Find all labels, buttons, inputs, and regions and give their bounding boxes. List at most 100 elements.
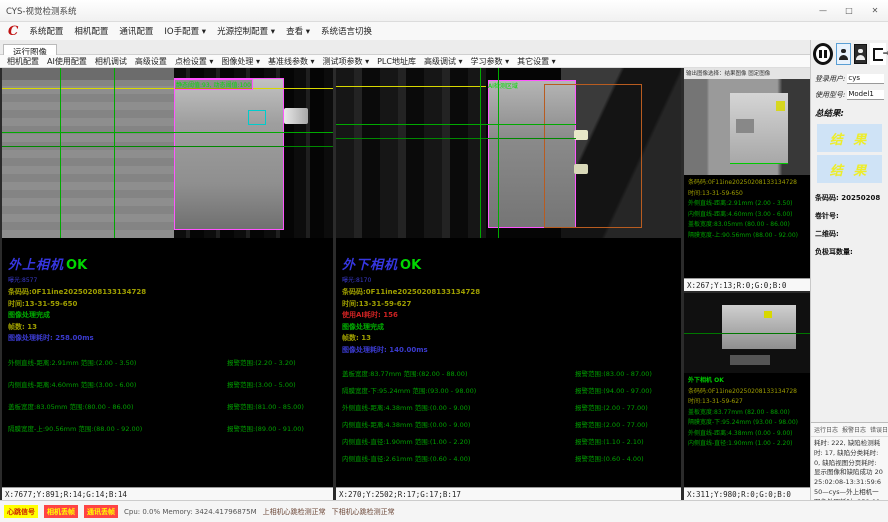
reflection-spot bbox=[574, 164, 588, 174]
measurement-value: 外侧直线-距离:4.38mm (0.00 - 9.00) bbox=[688, 429, 806, 440]
log-tab-error[interactable]: 错误日志 bbox=[870, 425, 888, 434]
tool-camera-debug[interactable]: 相机调试 bbox=[95, 56, 127, 67]
user-manage-button[interactable] bbox=[854, 44, 867, 64]
tool-test-params[interactable]: 测试项参数 ▾ bbox=[323, 56, 370, 67]
measurement-row: 隔膜宽度-下:95.24mm 范围:(93.00 - 98.00)报警范围:(9… bbox=[342, 385, 675, 395]
measurement-value: 隔膜宽度-上:90.56mm 范围:(88.00 - 92.00) bbox=[8, 423, 227, 433]
window-controls: — □ ✕ bbox=[810, 0, 888, 21]
alarm-range: 报警范围:(81.00 - 85.00) bbox=[227, 401, 327, 411]
thumbnail-result-rows: 外下相机 OK 条码码:0F11ine20250208133134728 时间:… bbox=[684, 373, 810, 487]
menu-item-camera-config[interactable]: 相机配置 bbox=[74, 25, 108, 37]
roi-orange-rect bbox=[544, 84, 642, 228]
barcode-label: 条码码:0F11ine20250208133134728 bbox=[8, 287, 327, 299]
baseline-yellow-line bbox=[2, 88, 333, 89]
app-logo-icon: C bbox=[8, 25, 18, 38]
tool-plc-address[interactable]: PLC地址库 bbox=[377, 56, 416, 67]
model-value: Model1 bbox=[847, 90, 884, 100]
measurement-value: 内侧直线-直径:1.90mm 范围:(1.00 - 2.20) bbox=[342, 436, 575, 446]
measure-green-line-2 bbox=[2, 146, 333, 147]
menu-item-system-config[interactable]: 系统配置 bbox=[29, 25, 63, 37]
measurement-value: 内侧直线-距离:4.60mm (3.00 - 6.00) bbox=[688, 210, 806, 221]
tool-learning-params[interactable]: 学习参数 ▾ bbox=[471, 56, 510, 67]
measurement-row: 盖板宽度:83.77mm 范围:(82.00 - 88.00)报警范围:(83.… bbox=[342, 368, 675, 378]
login-user-value: cys bbox=[847, 74, 884, 84]
current-user-button[interactable] bbox=[836, 43, 851, 65]
tool-advanced-debug[interactable]: 高级调试 ▾ bbox=[424, 56, 463, 67]
time-label: 时间:13-31-59-627 bbox=[688, 397, 806, 408]
tabstrip: 运行图像 bbox=[0, 40, 810, 55]
tab-count-label: 负极耳数量: bbox=[811, 239, 888, 257]
tool-camera-config[interactable]: 相机配置 bbox=[7, 56, 39, 67]
tool-baseline-params[interactable]: 基准线参数 ▾ bbox=[268, 56, 315, 67]
log-text: 耗时: 222, 缺陷检测耗时: 17, 缺陷分类耗时: 0, 缺陷视图分页耗时… bbox=[811, 437, 888, 500]
part-shadow-region bbox=[730, 355, 770, 365]
machine-body-region bbox=[2, 68, 174, 238]
measurement-value: 盖板宽度:83.77mm 范围:(82.00 - 88.00) bbox=[342, 368, 575, 378]
total-result-label: 总结果: bbox=[811, 100, 888, 121]
menu-item-view[interactable]: 查看 ▾ bbox=[286, 25, 310, 37]
menu-item-light-config[interactable]: 光源控制配置 ▾ bbox=[217, 25, 275, 37]
measurement-row: 内侧直线-直径:1.90mm 范围:(1.00 - 2.20)报警范围:(1.1… bbox=[342, 436, 675, 446]
total-result-box-upper: 结 果 bbox=[817, 124, 882, 152]
part-roi-magenta-rect bbox=[174, 78, 284, 230]
window-title: CYS-视觉检测系统 bbox=[0, 5, 76, 17]
measurement-value: 内侧直线-距离:4.38mm 范围:(0.00 - 9.00) bbox=[342, 419, 575, 429]
tool-ai-config[interactable]: AI使用配置 bbox=[47, 56, 87, 67]
menu-item-comm-config[interactable]: 通讯配置 bbox=[119, 25, 153, 37]
pixel-readout: X:7677;Y:891;R:14;G:14;B:14 bbox=[2, 487, 333, 500]
logout-button[interactable] bbox=[870, 43, 886, 65]
elapsed-label: 图像处理耗时: 258.00ms bbox=[8, 333, 327, 345]
sidebar-buttons bbox=[811, 40, 888, 68]
lower-camera-thumbnail-panel: 外下相机 OK 条码码:0F11ine20250208133134728 时间:… bbox=[684, 293, 810, 500]
menu-item-language-switch[interactable]: 系统语言切换 bbox=[321, 25, 372, 37]
measurement-row: 内侧直线-距离:4.38mm 范围:(0.00 - 9.00)报警范围:(2.0… bbox=[342, 419, 675, 429]
measure-green-vline-1 bbox=[60, 68, 61, 238]
main-area: 静态阈值:93, 动态阈值:100 外上相机OK 曝光:8577 条码码:0F1… bbox=[0, 68, 810, 500]
measurement-row: 隔膜宽度-上:90.56mm 范围:(88.00 - 92.00)报警范围:(8… bbox=[8, 423, 327, 433]
menubar: C 系统配置 相机配置 通讯配置 IO手配置 ▾ 光源控制配置 ▾ 查看 ▾ 系… bbox=[0, 22, 888, 40]
minimize-button[interactable]: — bbox=[810, 0, 836, 21]
result-ok-label: OK bbox=[400, 258, 421, 273]
upper-thumbnail-image[interactable] bbox=[684, 79, 810, 175]
measurement-row: 内侧直线-距离:4.60mm 范围:(3.00 - 6.00)报警范围:(3.0… bbox=[8, 379, 327, 389]
measurement-value: 内侧直线-直径:2.61mm 范围:(0.60 - 4.00) bbox=[342, 453, 575, 463]
menu-item-io-config[interactable]: IO手配置 ▾ bbox=[164, 25, 206, 37]
pause-button[interactable] bbox=[813, 43, 833, 65]
output-image-selector[interactable]: 输出图像选择：结果图像 固定图像 bbox=[684, 68, 810, 79]
log-tab-run[interactable]: 运行日志 bbox=[814, 425, 838, 434]
lower-camera-panel: AI检测区域 外下相机OK 曝光:8170 条码码:0F11ine2025020… bbox=[336, 68, 681, 500]
cpu-memory-readout: Cpu: 0.0% Memory: 3424.41796875M bbox=[124, 508, 257, 516]
camera-name-label: 外上相机 bbox=[8, 258, 64, 273]
upper-camera-thumbnail-panel: 条码码:0F11ine20250208133134728 时间:13-31-59… bbox=[684, 79, 810, 291]
alarm-range: 报警范围:(3.00 - 5.00) bbox=[227, 379, 327, 389]
exit-door-icon bbox=[873, 48, 883, 61]
maximize-button[interactable]: □ bbox=[836, 0, 862, 21]
close-button[interactable]: ✕ bbox=[862, 0, 888, 21]
measure-green-line-1 bbox=[2, 132, 333, 133]
upper-camera-image-viewport[interactable]: 静态阈值:93, 动态阈值:100 bbox=[2, 68, 333, 238]
barcode-label: 条码码:0F11ine20250208133134728 bbox=[342, 287, 675, 299]
log-panel: 运行日志 报警日志 错误日志 耗时: 222, 缺陷检测耗时: 17, 缺陷分类… bbox=[811, 422, 888, 500]
measurement-value: 盖板宽度:83.77mm (82.00 - 88.00) bbox=[688, 408, 806, 419]
tool-spotcheck-settings[interactable]: 点检设置 ▾ bbox=[175, 56, 214, 67]
tool-advanced-settings[interactable]: 高级设置 bbox=[135, 56, 167, 67]
sidebar-barcode: 条码码: 20250208 bbox=[811, 183, 888, 203]
log-tab-alarm[interactable]: 报警日志 bbox=[842, 425, 866, 434]
lower-thumbnail-image[interactable] bbox=[684, 293, 810, 373]
lower-camera-image-viewport[interactable]: AI检测区域 bbox=[336, 68, 681, 238]
exposure-label: 曝光:8170 bbox=[342, 275, 675, 284]
tool-other-settings[interactable]: 其它设置 ▾ bbox=[517, 56, 556, 67]
lower-camera-heartbeat-status: 下相机心跳检测正常 bbox=[332, 507, 395, 517]
roi-cyan-rect bbox=[248, 110, 266, 125]
statusbar: 心跳信号 相机丢帧 通讯丢帧 Cpu: 0.0% Memory: 3424.41… bbox=[0, 500, 888, 522]
log-tabs: 运行日志 报警日志 错误日志 bbox=[811, 423, 888, 437]
measure-green-line-1 bbox=[336, 124, 576, 125]
upper-camera-heartbeat-status: 上相机心跳检测正常 bbox=[263, 507, 326, 517]
alarm-range: 报警范围:(1.10 - 2.10) bbox=[575, 436, 675, 446]
alarm-range: 报警范围:(89.00 - 91.00) bbox=[227, 423, 327, 433]
measure-green-line-2 bbox=[336, 138, 576, 139]
measurement-value: 隔膜宽度-上:90.56mm (88.00 - 92.00) bbox=[688, 231, 806, 242]
pixel-readout: X:267;Y:13;R:0;G:0;B:0 bbox=[684, 278, 810, 291]
tool-image-processing[interactable]: 图像处理 ▾ bbox=[221, 56, 260, 67]
processing-done-label: 图像处理完成 bbox=[8, 310, 327, 322]
